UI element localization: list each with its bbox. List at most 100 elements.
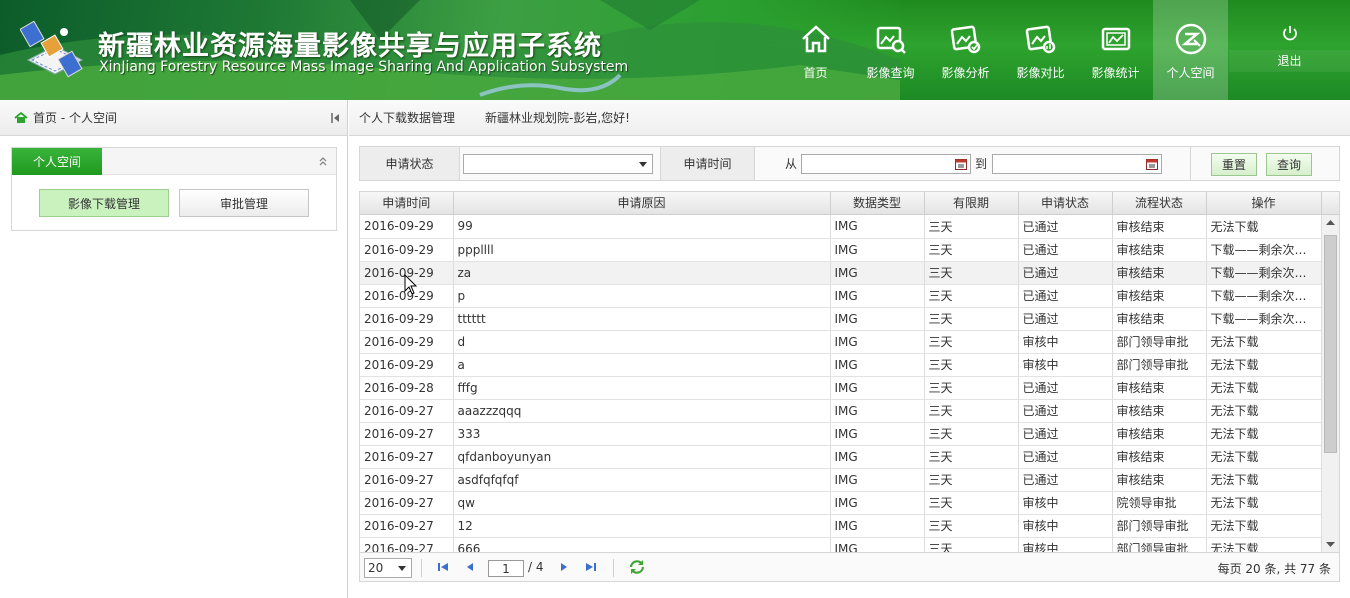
table-row[interactable]: 2016-09-28 fffg IMG 三天 已通过 审核结束 无法下载 bbox=[360, 376, 1321, 400]
action-cell[interactable]: 无法下载 bbox=[1206, 353, 1321, 377]
nav-image-compare[interactable]: 影像对比 bbox=[1003, 0, 1078, 100]
column-header[interactable]: 有限期 bbox=[924, 192, 1019, 215]
table-cell: 2016-09-27 bbox=[360, 399, 454, 423]
query-button[interactable]: 查询 bbox=[1266, 153, 1312, 176]
personal-space-tab[interactable]: 个人空间 bbox=[12, 148, 102, 175]
table-cell: pppllll bbox=[453, 238, 831, 262]
table-row[interactable]: 2016-09-29 d IMG 三天 审核中 部门领导审批 无法下载 bbox=[360, 330, 1321, 354]
action-cell[interactable]: 无法下载 bbox=[1206, 399, 1321, 423]
reset-button[interactable]: 重置 bbox=[1211, 153, 1257, 176]
table-cell: 审核结束 bbox=[1112, 445, 1207, 469]
from-date-input[interactable] bbox=[801, 154, 971, 174]
nav-home[interactable]: 首页 bbox=[778, 0, 853, 100]
status-select[interactable] bbox=[463, 154, 653, 174]
table-row[interactable]: 2016-09-29 99 IMG 三天 已通过 审核结束 无法下载 bbox=[360, 215, 1321, 239]
table-cell: 已通过 bbox=[1018, 445, 1113, 469]
table-cell: IMG bbox=[830, 353, 925, 377]
table-row[interactable]: 2016-09-27 qw IMG 三天 审核中 院领导审批 无法下载 bbox=[360, 491, 1321, 515]
table-row[interactable]: 2016-09-29 tttttt IMG 三天 已通过 审核结束 下载——剩余次数... bbox=[360, 307, 1321, 331]
left-panel: 首页 - 个人空间 个人空间 影像下载管理 审批管理 bbox=[0, 100, 348, 598]
first-page-icon[interactable] bbox=[436, 560, 450, 574]
table-row[interactable]: 2016-09-29 a IMG 三天 审核中 部门领导审批 无法下载 bbox=[360, 353, 1321, 377]
grid-header: 申请时间 申请原因 数据类型 有限期 申请状态 流程状态 操作 bbox=[360, 192, 1339, 215]
table-cell: 审核中 bbox=[1018, 353, 1113, 377]
table-row[interactable]: 2016-09-29 pppllll IMG 三天 已通过 审核结束 下载——剩余次数... bbox=[360, 238, 1321, 262]
column-header[interactable]: 数据类型 bbox=[830, 192, 925, 215]
table-cell: IMG bbox=[830, 238, 925, 262]
image-download-manage-button[interactable]: 影像下载管理 bbox=[39, 189, 169, 217]
column-header[interactable]: 申请状态 bbox=[1018, 192, 1113, 215]
action-cell[interactable]: 无法下载 bbox=[1206, 330, 1321, 354]
table-cell: 院领导审批 bbox=[1112, 491, 1207, 515]
nav-personal-space-label: 个人空间 bbox=[1166, 66, 1215, 80]
table-cell: qfdanboyunyan bbox=[453, 445, 831, 469]
main-nav: 首页 影像查询 影像分析 影像对比 影像统计 个人空间 bbox=[778, 0, 1228, 100]
current-page-input[interactable]: 1 bbox=[488, 560, 524, 577]
home-icon bbox=[801, 25, 830, 53]
last-page-icon[interactable] bbox=[584, 560, 598, 574]
nav-personal-space[interactable]: 个人空间 bbox=[1153, 0, 1228, 100]
to-date-input[interactable] bbox=[992, 154, 1162, 174]
search-bar: 申请状态 申请时间 从 到 重置 查询 bbox=[359, 146, 1340, 181]
refresh-icon[interactable] bbox=[628, 559, 646, 575]
grid-scrollbar[interactable] bbox=[1321, 215, 1339, 552]
table-cell: 99 bbox=[453, 215, 831, 239]
table-row[interactable]: 2016-09-27 12 IMG 三天 审核中 部门领导审批 无法下载 bbox=[360, 514, 1321, 538]
column-header[interactable]: 操作 bbox=[1206, 192, 1322, 215]
action-cell[interactable]: 无法下载 bbox=[1206, 491, 1321, 515]
nav-image-statistics[interactable]: 影像统计 bbox=[1078, 0, 1153, 100]
table-cell: 三天 bbox=[924, 376, 1019, 400]
personal-space-header: 个人空间 bbox=[12, 148, 336, 175]
table-cell: 部门领导审批 bbox=[1112, 537, 1207, 552]
table-cell: 三天 bbox=[924, 445, 1019, 469]
table-row[interactable]: 2016-09-27 aaazzzqqq IMG 三天 已通过 审核结束 无法下载 bbox=[360, 399, 1321, 423]
scroll-up-icon[interactable] bbox=[1326, 219, 1335, 226]
column-header[interactable]: 申请时间 bbox=[360, 192, 454, 215]
page-size-select[interactable]: 20 bbox=[364, 558, 412, 578]
column-header[interactable]: 流程状态 bbox=[1112, 192, 1207, 215]
next-page-icon[interactable] bbox=[557, 560, 571, 574]
logout-button[interactable]: 退出 bbox=[1229, 0, 1350, 100]
table-row[interactable]: 2016-09-27 qfdanboyunyan IMG 三天 已通过 审核结束 无法下载 bbox=[360, 445, 1321, 469]
action-cell[interactable]: 无法下载 bbox=[1206, 537, 1321, 552]
collapse-panel-icon[interactable] bbox=[331, 112, 341, 124]
table-cell: IMG bbox=[830, 261, 925, 285]
action-cell[interactable]: 无法下载 bbox=[1206, 514, 1321, 538]
table-cell: asdfqfqfqf bbox=[453, 468, 831, 492]
table-cell: 部门领导审批 bbox=[1112, 330, 1207, 354]
nav-image-search[interactable]: 影像查询 bbox=[853, 0, 928, 100]
action-cell[interactable]: 无法下载 bbox=[1206, 445, 1321, 469]
table-cell: 2016-09-29 bbox=[360, 215, 454, 239]
column-header[interactable]: 申请原因 bbox=[453, 192, 831, 215]
action-cell[interactable]: 下载——剩余次数... bbox=[1206, 307, 1321, 331]
action-cell[interactable]: 无法下载 bbox=[1206, 468, 1321, 492]
table-row[interactable]: 2016-09-27 333 IMG 三天 已通过 审核结束 无法下载 bbox=[360, 422, 1321, 446]
nav-image-analysis[interactable]: 影像分析 bbox=[928, 0, 1003, 100]
logout-label: 退出 bbox=[1277, 54, 1302, 68]
prev-page-icon[interactable] bbox=[463, 560, 477, 574]
table-cell: 三天 bbox=[924, 330, 1019, 354]
approval-manage-button[interactable]: 审批管理 bbox=[179, 189, 309, 217]
action-cell[interactable]: 下载——剩余次数... bbox=[1206, 261, 1321, 285]
table-row[interactable]: 2016-09-27 666 IMG 三天 审核中 部门领导审批 无法下载 bbox=[360, 537, 1321, 552]
table-cell: 2016-09-27 bbox=[360, 514, 454, 538]
action-cell[interactable]: 无法下载 bbox=[1206, 376, 1321, 400]
table-cell: 已通过 bbox=[1018, 238, 1113, 262]
calendar-icon[interactable] bbox=[1146, 158, 1158, 170]
table-row[interactable]: 2016-09-27 asdfqfqfqf IMG 三天 已通过 审核结束 无法下载 bbox=[360, 468, 1321, 492]
scroll-down-icon[interactable] bbox=[1326, 541, 1335, 548]
scrollbar-thumb[interactable] bbox=[1324, 235, 1337, 453]
action-cell[interactable]: 无法下载 bbox=[1206, 215, 1321, 239]
chevron-double-up-icon[interactable] bbox=[318, 156, 328, 166]
table-row[interactable]: 2016-09-29 za IMG 三天 已通过 审核结束 下载——剩余次数... bbox=[360, 261, 1321, 285]
table-row[interactable]: 2016-09-29 p IMG 三天 已通过 审核结束 下载——剩余次数... bbox=[360, 284, 1321, 308]
calendar-icon[interactable] bbox=[955, 158, 967, 170]
table-cell: 333 bbox=[453, 422, 831, 446]
action-cell[interactable]: 下载——剩余次数... bbox=[1206, 284, 1321, 308]
action-cell[interactable]: 下载——剩余次数... bbox=[1206, 238, 1321, 262]
table-cell: IMG bbox=[830, 422, 925, 446]
page-size-value: 20 bbox=[368, 561, 384, 575]
action-cell[interactable]: 无法下载 bbox=[1206, 422, 1321, 446]
table-cell: 已通过 bbox=[1018, 422, 1113, 446]
table-cell: 已通过 bbox=[1018, 307, 1113, 331]
